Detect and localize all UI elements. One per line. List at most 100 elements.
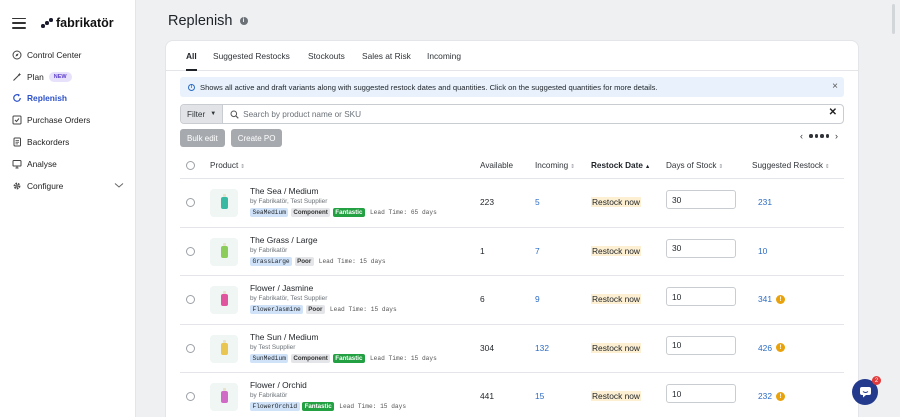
product-supplier: by Fabrikatör, Test Supplier bbox=[250, 295, 328, 302]
chevron-right-icon[interactable]: › bbox=[835, 131, 838, 141]
days-of-stock-input[interactable] bbox=[666, 287, 736, 306]
lead-time: Lead Time: 15 days bbox=[329, 306, 397, 313]
product-tags: GrassLarge Poor Lead Time: 15 days bbox=[250, 256, 391, 266]
restock-date-value: Restock now bbox=[591, 245, 641, 256]
clear-search-icon[interactable]: ✕ bbox=[829, 107, 837, 118]
row-checkbox[interactable] bbox=[186, 343, 195, 353]
close-icon[interactable]: × bbox=[832, 81, 838, 93]
warning-icon[interactable]: ! bbox=[775, 391, 785, 401]
incoming-link[interactable]: 132 bbox=[535, 343, 549, 353]
suggested-restock-link[interactable]: 341! bbox=[758, 294, 785, 304]
search-bar: Filter ▼ ✕ bbox=[180, 104, 844, 124]
sidebar-item-label: Configure bbox=[27, 180, 64, 191]
column-incoming[interactable]: Incoming ⇕ bbox=[535, 161, 575, 170]
sidebar-item-plan[interactable]: Plan NEW bbox=[0, 66, 136, 88]
sidebar-item-control-center[interactable]: Control Center bbox=[0, 44, 136, 66]
product-name[interactable]: The Grass / Large bbox=[250, 235, 318, 245]
search-input[interactable] bbox=[243, 106, 804, 122]
tab-incoming[interactable]: Incoming bbox=[427, 41, 461, 71]
available-value: 441 bbox=[480, 391, 494, 401]
sidebar-item-configure[interactable]: Configure bbox=[0, 175, 136, 197]
brand-name: fabrikatör bbox=[56, 16, 114, 30]
sort-icon: ⇕ bbox=[718, 164, 724, 170]
poor-tag: Poor bbox=[294, 256, 314, 266]
incoming-link[interactable]: 15 bbox=[535, 391, 544, 401]
bottle-icon bbox=[220, 291, 228, 306]
sidebar-item-analyse[interactable]: Analyse bbox=[0, 153, 136, 175]
product-name[interactable]: Flower / Jasmine bbox=[250, 283, 313, 293]
caret-down-icon: ▼ bbox=[210, 111, 217, 117]
tab-all[interactable]: All bbox=[186, 41, 197, 71]
row-checkbox[interactable] bbox=[186, 295, 195, 304]
filter-button[interactable]: Filter ▼ bbox=[181, 105, 224, 123]
table-row[interactable]: The Sun / Medium by Test Supplier SunMed… bbox=[180, 323, 844, 373]
row-checkbox[interactable] bbox=[186, 392, 195, 401]
available-value: 304 bbox=[480, 342, 494, 353]
replenish-card: All Suggested Restocks Stockouts Sales a… bbox=[166, 41, 858, 417]
action-buttons: Bulk edit Create PO bbox=[180, 129, 288, 147]
suggested-restock-link[interactable]: 426! bbox=[758, 343, 785, 353]
column-available[interactable]: Available bbox=[480, 161, 513, 170]
column-label: Incoming bbox=[535, 161, 569, 170]
table-row[interactable]: The Grass / Large by Fabrikatör GrassLar… bbox=[180, 226, 844, 276]
banner-text: Shows all active and draft variants alon… bbox=[200, 82, 658, 92]
product-supplier: by Test Supplier bbox=[250, 343, 296, 351]
sidebar-item-replenish[interactable]: Replenish bbox=[0, 88, 136, 110]
available-value: 223 bbox=[480, 197, 494, 207]
sidebar-item-backorders[interactable]: Backorders bbox=[0, 131, 136, 153]
warning-icon[interactable]: ! bbox=[775, 294, 785, 304]
sidebar-item-purchase-orders[interactable]: Purchase Orders bbox=[0, 109, 136, 131]
column-suggested-restock[interactable]: Suggested Restock ⇕ bbox=[752, 161, 830, 170]
suggested-restock-link[interactable]: 10 bbox=[758, 246, 767, 256]
incoming-link[interactable]: 7 bbox=[535, 246, 540, 256]
sku-tag: SunMedium bbox=[250, 353, 289, 363]
restock-date-value: Restock now bbox=[591, 197, 641, 207]
chevron-left-icon[interactable]: ‹ bbox=[800, 131, 803, 141]
tab-sales-at-risk[interactable]: Sales at Risk bbox=[362, 41, 411, 71]
product-name[interactable]: The Sun / Medium bbox=[250, 332, 318, 342]
scrollbar[interactable] bbox=[892, 4, 895, 34]
product-name[interactable]: The Sea / Medium bbox=[250, 186, 318, 196]
lead-time: Lead Time: 15 days bbox=[339, 403, 407, 410]
chat-button[interactable]: 2 bbox=[852, 376, 881, 405]
days-of-stock-input[interactable] bbox=[666, 384, 736, 403]
sidebar-item-label: Purchase Orders bbox=[27, 115, 91, 126]
tab-suggested-restocks[interactable]: Suggested Restocks bbox=[213, 41, 290, 71]
product-name[interactable]: Flower / Orchid bbox=[250, 380, 307, 390]
column-days-of-stock[interactable]: Days of Stock ⇕ bbox=[666, 161, 723, 170]
suggested-restock-link[interactable]: 231 bbox=[758, 197, 772, 207]
sidebar-item-label: Plan bbox=[27, 71, 44, 82]
sidebar-item-label: Replenish bbox=[27, 93, 68, 104]
column-product[interactable]: Product ⇕ bbox=[210, 161, 245, 170]
table-row[interactable]: The Sea / Medium by Fabrikatör, Test Sup… bbox=[180, 178, 844, 227]
incoming-link[interactable]: 9 bbox=[535, 294, 540, 304]
create-po-button[interactable]: Create PO bbox=[230, 129, 283, 147]
tab-stockouts[interactable]: Stockouts bbox=[308, 41, 345, 71]
filter-label: Filter bbox=[187, 109, 206, 119]
table-row[interactable]: Flower / Jasmine by Fabrikatör, Test Sup… bbox=[180, 275, 844, 324]
days-of-stock-input[interactable] bbox=[666, 190, 736, 209]
row-checkbox[interactable] bbox=[186, 246, 195, 256]
column-restock-date[interactable]: Restock Date ▲ bbox=[591, 161, 650, 170]
page-dots[interactable] bbox=[808, 134, 830, 138]
incoming-link[interactable]: 5 bbox=[535, 197, 540, 207]
row-checkbox[interactable] bbox=[186, 198, 195, 207]
info-icon[interactable]: i bbox=[239, 17, 248, 25]
bulk-edit-button[interactable]: Bulk edit bbox=[180, 129, 225, 147]
lead-time: Lead Time: 15 days bbox=[318, 257, 386, 265]
days-of-stock-input[interactable] bbox=[666, 238, 736, 258]
hamburger-menu-icon[interactable] bbox=[12, 17, 26, 29]
warning-icon[interactable]: ! bbox=[775, 343, 785, 352]
sku-tag: FlowerOrchid bbox=[250, 402, 300, 411]
column-label: Product bbox=[210, 161, 239, 170]
product-thumbnail bbox=[210, 383, 238, 411]
product-supplier: by Fabrikatör, Test Supplier bbox=[250, 198, 328, 205]
brand-mark-icon bbox=[41, 18, 53, 28]
table-row[interactable]: Flower / Orchid by Fabrikatör FlowerOrch… bbox=[180, 372, 844, 417]
restock-date-value: Restock now bbox=[591, 294, 641, 304]
chevron-down-icon[interactable] bbox=[114, 181, 124, 191]
suggested-restock-link[interactable]: 232! bbox=[758, 391, 785, 401]
days-of-stock-input[interactable] bbox=[666, 335, 736, 355]
select-all-checkbox[interactable] bbox=[186, 161, 195, 170]
bottle-icon bbox=[220, 194, 228, 209]
